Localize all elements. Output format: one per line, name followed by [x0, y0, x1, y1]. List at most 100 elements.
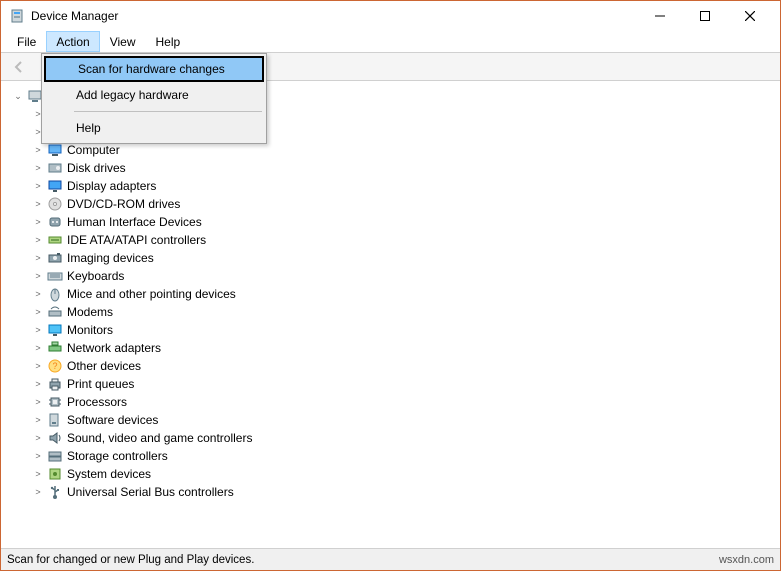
tree-item-label: Keyboards	[67, 269, 124, 283]
expander-icon[interactable]: >	[31, 467, 45, 481]
tree-item-label: Imaging devices	[67, 251, 154, 265]
tree-item[interactable]: > IDE ATA/ATAPI controllers	[5, 231, 776, 249]
expander-icon[interactable]: >	[31, 431, 45, 445]
tree-item[interactable]: > Network adapters	[5, 339, 776, 357]
monitor-icon	[47, 322, 63, 338]
expander-icon[interactable]: >	[31, 449, 45, 463]
print-icon	[47, 376, 63, 392]
menubar: File Action View Help	[1, 31, 780, 53]
expander-icon[interactable]: >	[31, 485, 45, 499]
tree-item[interactable]: > Print queues	[5, 375, 776, 393]
status-text: Scan for changed or new Plug and Play de…	[7, 554, 719, 566]
sound-icon	[47, 430, 63, 446]
app-icon	[9, 8, 25, 24]
expander-icon[interactable]: >	[31, 197, 45, 211]
software-icon	[47, 412, 63, 428]
back-button[interactable]	[7, 55, 31, 79]
menu-action-help[interactable]: Help	[44, 115, 264, 141]
tree-item-label: Processors	[67, 395, 127, 409]
expander-icon[interactable]: >	[31, 251, 45, 265]
expander-icon[interactable]: >	[31, 143, 45, 157]
titlebar: Device Manager	[1, 1, 780, 31]
expander-icon[interactable]: >	[31, 359, 45, 373]
tree-item[interactable]: >Modems	[5, 303, 776, 321]
tree-item-label: IDE ATA/ATAPI controllers	[67, 233, 206, 247]
expander-icon[interactable]: >	[31, 341, 45, 355]
tree-item-label: Mice and other pointing devices	[67, 287, 236, 301]
dropdown-separator	[74, 111, 262, 112]
menu-scan-hardware[interactable]: Scan for hardware changes	[44, 56, 264, 82]
status-right: wsxdn.com	[719, 554, 774, 566]
menu-action-help-label: Help	[76, 121, 101, 135]
cpu-icon	[47, 394, 63, 410]
tree-item-label: Computer	[67, 143, 120, 157]
tree-item[interactable]: > DVD/CD-ROM drives	[5, 195, 776, 213]
expander-icon[interactable]: >	[31, 233, 45, 247]
expander-icon[interactable]: >	[31, 179, 45, 193]
tree-item-label: Other devices	[67, 359, 141, 373]
close-button[interactable]	[727, 1, 772, 31]
system-icon	[47, 466, 63, 482]
tree-item[interactable]: > Human Interface Devices	[5, 213, 776, 231]
expander-icon[interactable]: >	[31, 305, 45, 319]
action-dropdown: Scan for hardware changes Add legacy har…	[41, 53, 267, 144]
tree-item-label: Sound, video and game controllers	[67, 431, 252, 445]
tree-item[interactable]: >Disk drives	[5, 159, 776, 177]
dvd-icon	[47, 196, 63, 212]
window-title: Device Manager	[31, 9, 637, 23]
menu-action[interactable]: Action	[46, 31, 99, 52]
disk-icon	[47, 160, 63, 176]
tree-item-label: DVD/CD-ROM drives	[67, 197, 180, 211]
tree-item[interactable]: >Monitors	[5, 321, 776, 339]
imaging-icon	[47, 250, 63, 266]
expander-icon[interactable]: >	[31, 287, 45, 301]
modem-icon	[47, 304, 63, 320]
computer-icon	[47, 142, 63, 158]
tree-item[interactable]: > Sound, video and game controllers	[5, 429, 776, 447]
device-tree: ⌄ >>Bluetooth>Computer>Disk drives>Displ…	[1, 83, 780, 505]
expander-icon[interactable]: >	[31, 323, 45, 337]
tree-item[interactable]: > System devices	[5, 465, 776, 483]
statusbar: Scan for changed or new Plug and Play de…	[1, 548, 780, 570]
svg-text:?: ?	[52, 361, 57, 371]
tree-item[interactable]: >? Other devices	[5, 357, 776, 375]
tree-item-label: Print queues	[67, 377, 134, 391]
menu-file[interactable]: File	[7, 31, 46, 52]
expander-icon[interactable]: >	[31, 161, 45, 175]
storage-icon	[47, 448, 63, 464]
tree-item[interactable]: > Storage controllers	[5, 447, 776, 465]
tree-item[interactable]: >Software devices	[5, 411, 776, 429]
window-controls	[637, 1, 772, 31]
mouse-icon	[47, 286, 63, 302]
tree-item-label: Network adapters	[67, 341, 161, 355]
menu-add-legacy-label: Add legacy hardware	[76, 88, 189, 102]
expander-icon[interactable]: >	[31, 269, 45, 283]
tree-item-label: Universal Serial Bus controllers	[67, 485, 234, 499]
menu-scan-hardware-label: Scan for hardware changes	[78, 62, 225, 76]
hid-icon	[47, 214, 63, 230]
expander-icon[interactable]: >	[31, 377, 45, 391]
tree-item-label: Display adapters	[67, 179, 156, 193]
tree-item[interactable]: > Processors	[5, 393, 776, 411]
menu-help[interactable]: Help	[146, 31, 191, 52]
expander-icon[interactable]: >	[31, 215, 45, 229]
expander-icon[interactable]: >	[31, 395, 45, 409]
tree-item-label: Storage controllers	[67, 449, 168, 463]
minimize-button[interactable]	[637, 1, 682, 31]
tree-item[interactable]: > Display adapters	[5, 177, 776, 195]
tree-item[interactable]: > Keyboards	[5, 267, 776, 285]
tree-item[interactable]: > Imaging devices	[5, 249, 776, 267]
maximize-button[interactable]	[682, 1, 727, 31]
menu-view[interactable]: View	[100, 31, 146, 52]
tree-item[interactable]: > Mice and other pointing devices	[5, 285, 776, 303]
tree-item-label: System devices	[67, 467, 151, 481]
expander-icon[interactable]: ⌄	[11, 89, 25, 103]
other-icon: ?	[47, 358, 63, 374]
tree-item-label: Human Interface Devices	[67, 215, 202, 229]
menu-add-legacy[interactable]: Add legacy hardware	[44, 82, 264, 108]
tree-item[interactable]: > Universal Serial Bus controllers	[5, 483, 776, 501]
device-tree-pane: ⌄ >>Bluetooth>Computer>Disk drives>Displ…	[1, 81, 780, 548]
expander-icon[interactable]: >	[31, 413, 45, 427]
keyboard-icon	[47, 268, 63, 284]
usb-icon	[47, 484, 63, 500]
